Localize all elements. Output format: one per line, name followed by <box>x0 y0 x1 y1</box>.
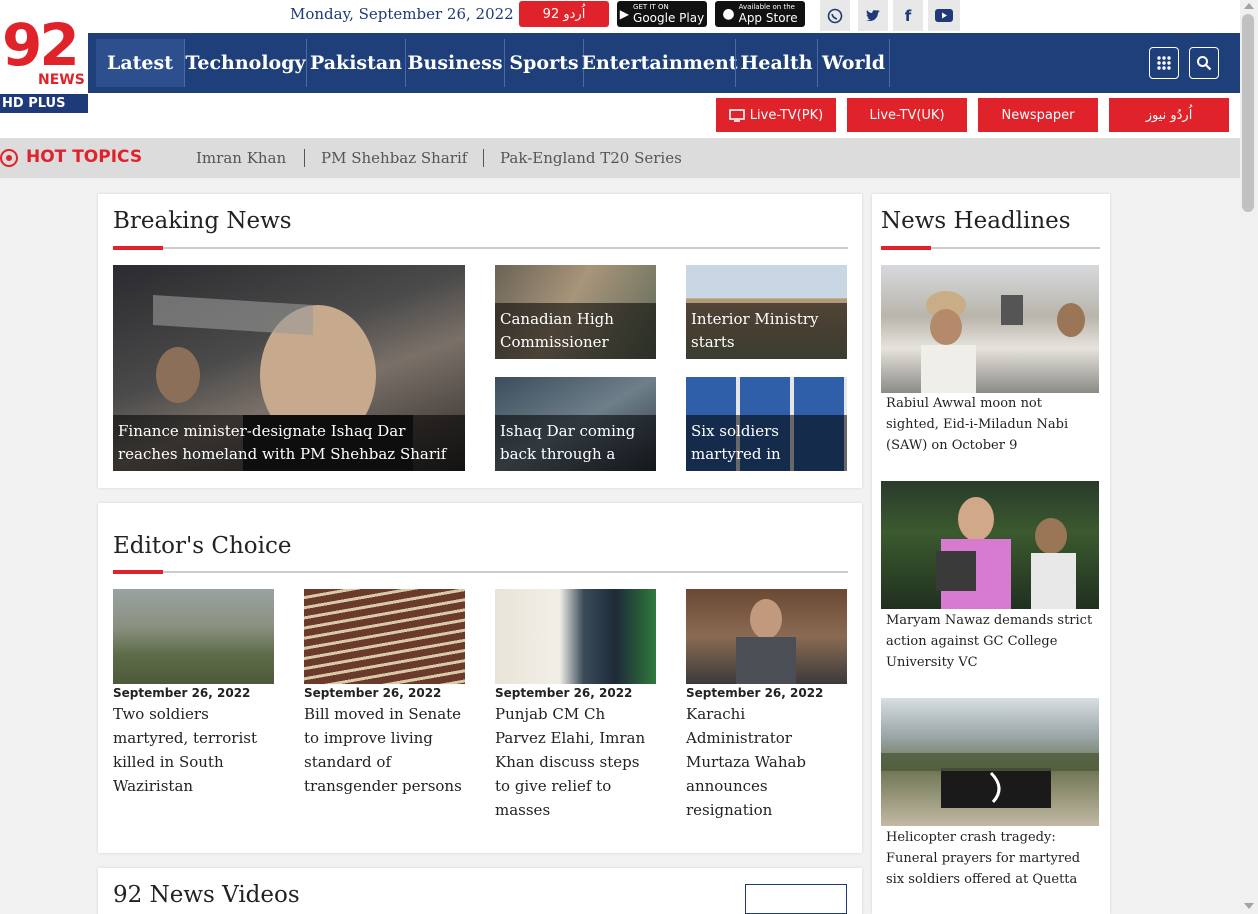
breaking-main-caption: Finance minister-designate Ishaq Dar rea… <box>113 415 465 471</box>
divider <box>304 149 305 167</box>
hot-topics-bar: HOT TOPICS Imran Khan PM Shehbaz Sharif … <box>0 138 1240 178</box>
breaking-news-card: Breaking News Finance minister-designate… <box>98 194 862 488</box>
article-title[interactable]: Punjab CM Ch Parvez Elahi, Imran Khan di… <box>495 702 656 822</box>
breaking-tile[interactable]: Six soldiers martyred in <box>686 377 847 471</box>
page-scrollbar[interactable] <box>1240 0 1258 914</box>
current-date: Monday, September 26, 2022 <box>290 5 514 23</box>
article-date: September 26, 2022 <box>495 686 633 700</box>
apple-icon: ● <box>722 6 735 22</box>
live-tv-uk-button[interactable]: Live-TV(UK) <box>847 98 967 132</box>
hot-topics-title: HOT TOPICS <box>26 147 143 167</box>
hot-topic-link[interactable]: Pak-England T20 Series <box>500 149 682 167</box>
article-title[interactable]: Bill moved in Senate to improve living s… <box>304 702 465 798</box>
headline-title[interactable]: Maryam Nawaz demands strict action again… <box>886 610 1096 673</box>
view-all-button[interactable] <box>745 884 847 914</box>
top-strip: Monday, September 26, 2022 اُردو 92 ▶ GE… <box>0 0 1240 33</box>
nav-health[interactable]: Health <box>735 39 817 87</box>
hot-topic-link[interactable]: PM Shehbaz Sharif <box>321 149 467 167</box>
nav-world[interactable]: World <box>817 39 890 87</box>
videos-title: 92 News Videos <box>113 882 300 908</box>
editors-choice-title: Editor's Choice <box>113 533 292 559</box>
hot-topic-link[interactable]: Imran Khan <box>196 149 286 167</box>
article-date: September 26, 2022 <box>113 686 251 700</box>
article-title[interactable]: Two soldiers martyred, terrorist killed … <box>113 702 274 798</box>
urdu-site-link[interactable]: اُردو 92 <box>519 1 609 27</box>
article-title[interactable]: Karachi Administrator Murtaza Wahab anno… <box>686 702 847 822</box>
breaking-tile[interactable]: Canadian High Commissioner <box>495 265 656 359</box>
tv-icon <box>728 108 745 122</box>
scroll-down-icon[interactable] <box>1244 903 1254 909</box>
nav-latest[interactable]: Latest <box>96 39 184 87</box>
editors-image[interactable] <box>686 589 847 684</box>
headline-image[interactable] <box>881 698 1099 826</box>
article-date: September 26, 2022 <box>304 686 442 700</box>
play-icon: ▶ <box>619 7 630 21</box>
target-icon <box>0 149 18 167</box>
news-headlines-title: News Headlines <box>881 208 1071 234</box>
google-play-badge[interactable]: ▶ GET IT ON Google Play <box>617 1 707 27</box>
headline-image[interactable] <box>881 265 1099 393</box>
site-logo[interactable]: 92 NEWS HD PLUS <box>0 12 88 113</box>
editors-choice-card: Editor's Choice September 26, 2022 Two s… <box>98 503 862 853</box>
headline-image[interactable] <box>881 481 1099 609</box>
breaking-news-title: Breaking News <box>113 208 292 234</box>
apps-grid-icon[interactable] <box>1149 47 1179 79</box>
youtube-icon[interactable] <box>928 0 960 31</box>
editors-image[interactable] <box>304 589 465 684</box>
breaking-tile[interactable]: Ishaq Dar coming back through a <box>495 377 656 471</box>
section-rule <box>113 246 848 250</box>
main-nav: Latest Technology Pakistan Business Spor… <box>88 33 1240 93</box>
divider <box>483 149 484 167</box>
section-rule <box>113 570 848 574</box>
nav-sports[interactable]: Sports <box>504 39 583 87</box>
scroll-up-icon[interactable] <box>1244 3 1254 9</box>
search-icon[interactable] <box>1189 47 1219 79</box>
nav-pakistan[interactable]: Pakistan <box>306 39 405 87</box>
whatsapp-icon[interactable] <box>820 0 850 31</box>
news-headlines-card: News Headlines Rabiul Awwal moon not sig… <box>872 194 1110 914</box>
urdu-news-button[interactable]: اُردُو نیوز <box>1109 98 1229 132</box>
nav-entertainment[interactable]: Entertainment <box>581 39 738 87</box>
article-date: September 26, 2022 <box>686 686 824 700</box>
editors-image[interactable] <box>113 589 274 684</box>
headline-title[interactable]: Helicopter crash tragedy: Funeral prayer… <box>886 827 1096 890</box>
breaking-main-story[interactable]: Finance minister-designate Ishaq Dar rea… <box>113 265 465 471</box>
page: Monday, September 26, 2022 اُردو 92 ▶ GE… <box>0 0 1258 914</box>
headline-title[interactable]: Rabiul Awwal moon not sighted, Eid-i-Mil… <box>886 393 1096 456</box>
facebook-icon[interactable]: f <box>893 0 923 31</box>
scroll-thumb[interactable] <box>1242 14 1254 212</box>
section-rule <box>881 246 1100 250</box>
twitter-icon[interactable] <box>858 0 888 31</box>
newspaper-button[interactable]: Newspaper <box>978 98 1098 132</box>
nav-technology[interactable]: Technology <box>184 39 306 87</box>
breaking-tile[interactable]: Interior Ministry starts <box>686 265 847 359</box>
live-tv-pk-button[interactable]: Live-TV(PK) <box>716 98 836 132</box>
videos-card: 92 News Videos <box>98 868 862 914</box>
nav-business[interactable]: Business <box>405 39 504 87</box>
app-store-badge[interactable]: ● Available on the App Store <box>715 1 805 27</box>
editors-image[interactable] <box>495 589 656 684</box>
